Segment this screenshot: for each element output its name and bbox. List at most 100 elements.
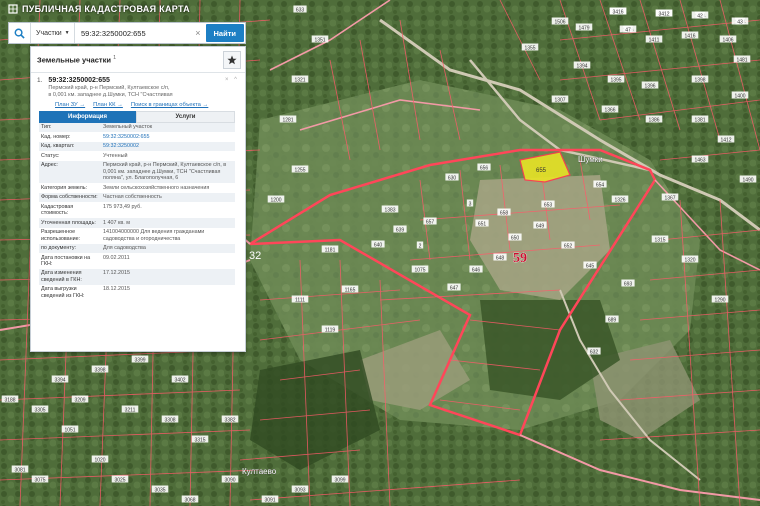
- lot-label[interactable]: 3081: [14, 468, 25, 474]
- lot-label[interactable]: 3398: [94, 368, 105, 374]
- lot-label[interactable]: 1367: [664, 196, 675, 202]
- lot-label[interactable]: 1181: [325, 248, 336, 254]
- lot-label[interactable]: 653: [544, 203, 553, 209]
- lot-label[interactable]: 648: [496, 256, 505, 262]
- lot-label[interactable]: 3394: [54, 378, 65, 384]
- lot-label[interactable]: 1321: [294, 78, 305, 84]
- lot-label[interactable]: 657: [426, 220, 435, 226]
- lot-label[interactable]: 2: [419, 244, 422, 250]
- lot-label[interactable]: 43: [737, 20, 743, 26]
- lot-label[interactable]: 630: [448, 176, 457, 182]
- lot-label[interactable]: 1395: [610, 78, 621, 84]
- lot-label[interactable]: 1398: [694, 78, 705, 84]
- lot-label[interactable]: 1400: [734, 94, 745, 100]
- lot-label[interactable]: 1200: [270, 198, 281, 204]
- lot-label[interactable]: 47: [625, 28, 631, 34]
- lot-label[interactable]: 1119: [325, 328, 336, 334]
- lot-label[interactable]: 3035: [154, 488, 165, 494]
- lot-label[interactable]: 3068: [184, 498, 195, 504]
- lot-label[interactable]: 3305: [34, 408, 45, 414]
- lot-label[interactable]: 1481: [736, 58, 747, 64]
- lot-label[interactable]: 1165: [345, 288, 356, 294]
- lot-label[interactable]: 649: [536, 224, 545, 230]
- lot-label[interactable]: 654: [596, 183, 605, 189]
- lot-label[interactable]: 1412: [720, 138, 731, 144]
- lot-label[interactable]: 1383: [384, 208, 395, 214]
- lot-label[interactable]: 1506: [554, 20, 565, 26]
- lot-label[interactable]: 1490: [742, 178, 753, 184]
- lot-label[interactable]: 689: [608, 318, 617, 324]
- lot-label[interactable]: 1320: [684, 258, 695, 264]
- lot-label[interactable]: 1075: [414, 268, 425, 274]
- tab-information[interactable]: Информация: [39, 110, 136, 123]
- lot-label[interactable]: 658: [500, 211, 509, 217]
- lot-label[interactable]: 1394: [576, 64, 587, 70]
- lot-label[interactable]: 3382: [224, 418, 235, 424]
- lot-label[interactable]: 1290: [714, 298, 725, 304]
- lot-label[interactable]: 3399: [134, 358, 145, 364]
- lot-label[interactable]: 1479: [578, 26, 589, 32]
- lot-label[interactable]: 1281: [282, 118, 293, 124]
- lot-label[interactable]: 1366: [604, 108, 615, 114]
- lot-label[interactable]: 1315: [654, 238, 665, 244]
- lot-label[interactable]: 1355: [524, 46, 535, 52]
- lot-label[interactable]: 1381: [694, 118, 705, 124]
- lot-label[interactable]: 3209: [74, 398, 85, 404]
- lot-label[interactable]: 1386: [648, 118, 659, 124]
- lot-label[interactable]: 1111: [295, 298, 305, 304]
- find-button[interactable]: Найти: [205, 24, 244, 42]
- lot-label[interactable]: 651: [478, 222, 487, 228]
- lot-label[interactable]: 646: [472, 268, 481, 274]
- info-value: 175 973,49 руб.: [103, 203, 142, 210]
- lot-label[interactable]: 1307: [554, 98, 565, 104]
- lot-label[interactable]: 1463: [694, 158, 705, 164]
- lot-label[interactable]: 3188: [4, 398, 15, 404]
- lot-label[interactable]: 3025: [114, 478, 125, 484]
- lot-label[interactable]: 3211: [125, 408, 136, 414]
- lot-label[interactable]: 632: [590, 350, 599, 356]
- lot-label[interactable]: 3412: [658, 12, 669, 18]
- lot-label[interactable]: 3416: [612, 10, 623, 16]
- lot-label[interactable]: 640: [374, 243, 383, 249]
- result-controls[interactable]: × ^: [225, 77, 239, 99]
- lot-label[interactable]: 1351: [314, 38, 325, 44]
- lot-label[interactable]: 647: [450, 286, 459, 292]
- info-value[interactable]: 59:32:3250002:655: [101, 132, 235, 141]
- lot-label[interactable]: 3315: [194, 438, 205, 444]
- lot-label[interactable]: 42: [697, 14, 703, 20]
- lot-label[interactable]: 693: [624, 282, 633, 288]
- lot-label[interactable]: 3093: [294, 488, 305, 494]
- lot-label[interactable]: 1020: [94, 458, 105, 464]
- lot-label[interactable]: 1406: [722, 38, 733, 44]
- lot-label[interactable]: 633: [296, 8, 305, 14]
- result-cad-number[interactable]: 59:32:3250002:655: [48, 77, 219, 84]
- info-value[interactable]: 59:32:3250002: [101, 141, 235, 152]
- lot-label[interactable]: 3308: [164, 418, 175, 424]
- favorite-button[interactable]: [223, 50, 241, 69]
- lot-label[interactable]: 3099: [334, 478, 345, 484]
- lot-label[interactable]: 1051: [64, 428, 75, 434]
- lot-label[interactable]: 652: [564, 244, 573, 250]
- lot-label[interactable]: 639: [396, 228, 405, 234]
- lot-label[interactable]: 1255: [294, 168, 305, 174]
- lot-label[interactable]: 650: [511, 236, 520, 242]
- lot-label[interactable]: 1416: [684, 34, 695, 40]
- lot-label[interactable]: 3: [469, 202, 472, 208]
- lot-label[interactable]: 3402: [174, 378, 185, 384]
- clear-icon[interactable]: ×: [190, 28, 205, 38]
- lot-label[interactable]: 1396: [644, 84, 655, 90]
- lot-label[interactable]: 3090: [224, 478, 235, 484]
- search-type-select[interactable]: Участки ▼: [31, 23, 75, 43]
- lot-label[interactable]: 1326: [614, 198, 625, 204]
- lot-label[interactable]: 1411: [649, 38, 660, 44]
- lot-label[interactable]: 3075: [34, 478, 45, 484]
- plan-zu-link[interactable]: План ЗУ →: [55, 102, 85, 108]
- plan-kk-link[interactable]: План КК →: [93, 102, 123, 108]
- search-in-bounds-link[interactable]: Поиск в границах объекта →: [131, 102, 208, 108]
- tab-services[interactable]: Услуги: [136, 110, 235, 123]
- search-input[interactable]: [75, 24, 191, 42]
- search-icon[interactable]: [9, 23, 31, 43]
- lot-label[interactable]: 3091: [264, 498, 275, 504]
- lot-label[interactable]: 645: [586, 264, 595, 270]
- lot-label[interactable]: 656: [480, 166, 489, 172]
